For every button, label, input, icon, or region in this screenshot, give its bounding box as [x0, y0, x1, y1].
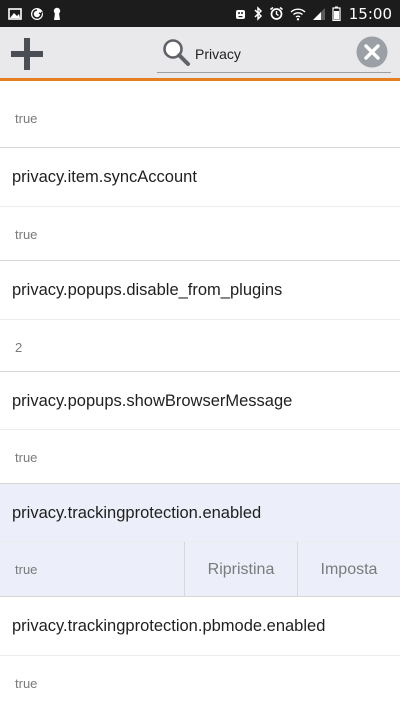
- pref-row[interactable]: privacy.popups.showBrowserMessage true: [0, 372, 400, 484]
- image-icon: [8, 7, 22, 20]
- search-icon: [163, 39, 190, 66]
- pref-name: privacy.item.syncAccount: [12, 167, 197, 186]
- pref-value: 2: [15, 340, 23, 355]
- sync-icon: [31, 7, 43, 20]
- status-right-icons: 15:00: [234, 5, 392, 23]
- wifi-icon: [290, 7, 306, 20]
- status-time: 15:00: [348, 4, 392, 23]
- pref-value: true: [15, 227, 38, 242]
- pref-value-row: 2: [0, 319, 400, 374]
- set-button[interactable]: Imposta: [297, 542, 400, 597]
- status-left-icons: [8, 7, 62, 21]
- pref-value-row: true Ripristina Imposta: [0, 541, 400, 597]
- pref-name: privacy.trackingprotection.pbmode.enable…: [12, 616, 326, 635]
- pref-value: true: [15, 111, 38, 126]
- pref-row[interactable]: privacy.trackingprotection.pbmode.enable…: [0, 597, 400, 711]
- pref-row[interactable]: privacy.item.syncAccount true: [0, 148, 400, 261]
- alarm-icon: [269, 6, 283, 20]
- battery-icon: [332, 6, 341, 21]
- plus-icon[interactable]: [8, 35, 46, 73]
- close-circle-icon[interactable]: [355, 35, 389, 69]
- pref-value-row: true: [0, 206, 400, 261]
- pref-name: privacy.popups.showBrowserMessage: [12, 391, 293, 410]
- pref-value: true: [15, 676, 38, 691]
- pref-value-row: true: [0, 655, 400, 710]
- keyhole-icon: [53, 7, 61, 20]
- pref-row[interactable]: privacy.popups.disable_from_plugins 2: [0, 261, 400, 372]
- bluetooth-icon: [254, 6, 262, 21]
- signal-icon: [312, 7, 325, 20]
- search-bar: [157, 33, 391, 73]
- pref-value: true: [15, 562, 38, 577]
- pref-name: privacy.trackingprotection.enabled: [12, 503, 262, 522]
- android-icon: [235, 9, 245, 19]
- pref-list: true privacy.item.syncAccount true priva…: [0, 84, 400, 711]
- pref-value-row: true: [0, 429, 400, 484]
- pref-name: privacy.popups.disable_from_plugins: [12, 280, 283, 299]
- pref-row-selected[interactable]: privacy.trackingprotection.enabled true …: [0, 484, 400, 597]
- reset-button[interactable]: Ripristina: [184, 542, 297, 597]
- pref-value: true: [15, 450, 38, 465]
- toolbar: [0, 27, 400, 81]
- pref-row[interactable]: true: [0, 84, 400, 148]
- status-bar: 15:00: [0, 0, 400, 27]
- search-input[interactable]: [195, 44, 345, 64]
